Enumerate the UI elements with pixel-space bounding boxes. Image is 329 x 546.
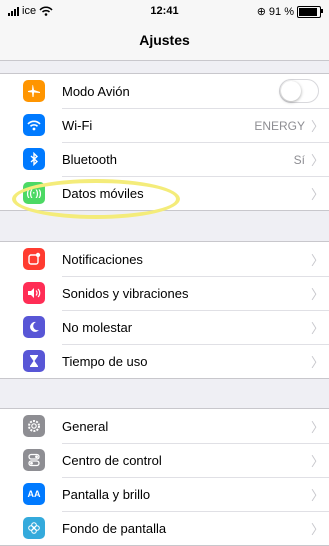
row-content: General 〉: [62, 409, 329, 443]
setting-value: ENERGY: [254, 118, 305, 133]
chevron-right-icon: 〉: [311, 252, 325, 268]
row-content: Tiempo de uso 〉: [62, 344, 329, 378]
setting-row-sounds[interactable]: Sonidos y vibraciones 〉: [0, 276, 329, 310]
row-content: Centro de control 〉: [62, 443, 329, 477]
setting-row-mobile-data[interactable]: ((·)) Datos móviles 〉: [0, 176, 329, 210]
chevron-right-icon: 〉: [311, 119, 325, 134]
setting-row-bluetooth[interactable]: Bluetooth Sí 〉: [0, 142, 329, 176]
row-content: Datos móviles 〉: [62, 176, 329, 210]
chevron-right-icon: 〉: [311, 187, 325, 202]
row-content: Wi-Fi ENERGY 〉: [62, 108, 329, 142]
speaker-icon: [23, 282, 45, 304]
hourglass-icon: [23, 350, 45, 372]
notifications-icon: [23, 248, 45, 270]
gear-icon: [23, 415, 45, 437]
setting-row-airplane-mode[interactable]: Modo Avión: [0, 74, 329, 108]
antenna-icon: ((·)): [23, 182, 45, 204]
airplane-icon: [23, 80, 45, 102]
settings-group-notifications: Notificaciones 〉 Sonidos y vibraciones 〉…: [0, 241, 329, 379]
setting-label: General: [62, 418, 109, 434]
chevron-right-icon: 〉: [311, 287, 325, 302]
chevron-right-icon: 〉: [311, 522, 325, 537]
setting-row-control-center[interactable]: Centro de control 〉: [0, 443, 329, 477]
row-content: Notificaciones 〉: [62, 242, 329, 276]
airplane-mode-toggle[interactable]: [279, 79, 319, 103]
chevron-right-icon: 〉: [311, 488, 325, 503]
row-content: No molestar 〉: [62, 310, 329, 344]
row-content: Sonidos y vibraciones 〉: [62, 276, 329, 310]
bluetooth-icon: [23, 148, 45, 170]
page-title: Ajustes: [139, 32, 190, 48]
setting-row-notifications[interactable]: Notificaciones 〉: [0, 242, 329, 276]
text-size-icon: AA: [23, 483, 45, 505]
settings-group-general: General 〉 Centro de control 〉 AA Pantall…: [0, 408, 329, 546]
setting-value: Sí: [293, 152, 305, 167]
navigation-bar: Ajustes: [0, 22, 329, 61]
setting-label: Pantalla y brillo: [62, 487, 151, 502]
setting-label: Fondo de pantalla: [62, 521, 167, 536]
setting-label: Sonidos y vibraciones: [62, 286, 189, 301]
battery-level: [299, 7, 318, 16]
chevron-right-icon: 〉: [311, 321, 325, 336]
flower-icon: [23, 517, 45, 539]
orientation-lock-icon: ⊕: [256, 6, 266, 18]
settings-group-connectivity: Modo Avión Wi-Fi ENERGY 〉 Bluetooth Sí 〉: [0, 73, 329, 211]
setting-label: Tiempo de uso: [62, 354, 148, 369]
setting-label: Datos móviles: [62, 186, 144, 201]
status-right: ⊕ 91 %: [256, 5, 323, 18]
chevron-right-icon: 〉: [311, 454, 325, 469]
setting-label: Bluetooth: [62, 152, 117, 167]
setting-row-do-not-disturb[interactable]: No molestar 〉: [0, 310, 329, 344]
setting-row-display-brightness[interactable]: AA Pantalla y brillo 〉: [0, 477, 329, 511]
setting-label: Wi-Fi: [62, 118, 93, 133]
battery-percentage: 91 %: [268, 5, 294, 18]
row-content: Bluetooth Sí 〉: [62, 142, 329, 176]
chevron-right-icon: 〉: [311, 419, 325, 435]
wifi-icon: [23, 114, 45, 136]
setting-label: Notificaciones: [62, 251, 143, 267]
status-bar: ice 12:41 ⊕ 91 %: [0, 0, 329, 22]
chevron-right-icon: 〉: [311, 153, 325, 168]
setting-row-general[interactable]: General 〉: [0, 409, 329, 443]
toggle-knob: [281, 81, 301, 101]
setting-label: Centro de control: [62, 453, 162, 468]
moon-icon: [23, 316, 45, 338]
switches-icon: [23, 449, 45, 471]
setting-label: No molestar: [62, 320, 133, 335]
battery-icon: [297, 5, 323, 18]
row-content: Pantalla y brillo 〉: [62, 477, 329, 511]
setting-row-wifi[interactable]: Wi-Fi ENERGY 〉: [0, 108, 329, 142]
setting-row-screen-time[interactable]: Tiempo de uso 〉: [0, 344, 329, 378]
chevron-right-icon: 〉: [311, 355, 325, 370]
